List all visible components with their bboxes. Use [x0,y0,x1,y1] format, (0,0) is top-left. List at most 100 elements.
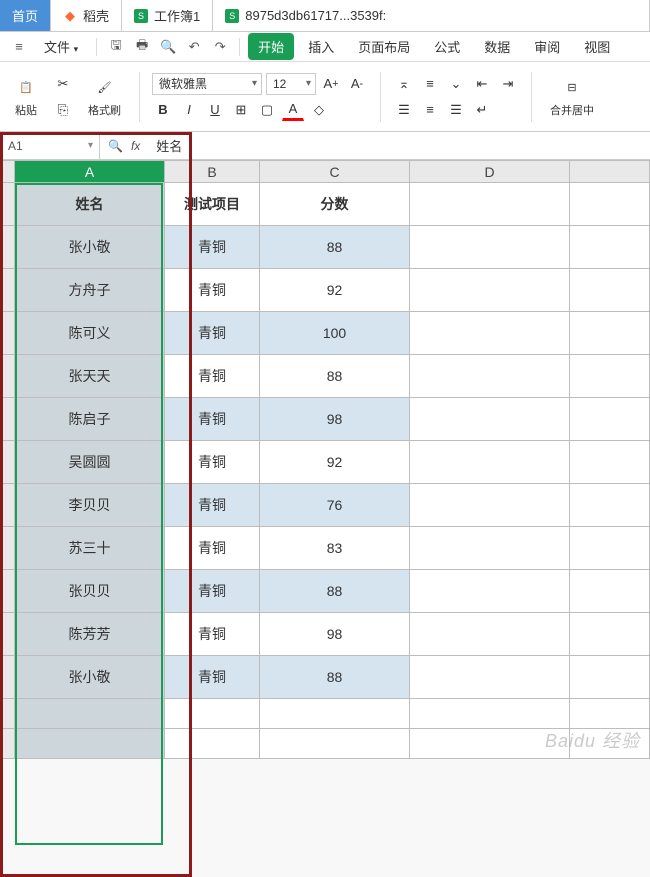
col-header-d[interactable]: D [410,161,570,183]
cell[interactable]: 陈可义 [15,312,165,355]
tab-home[interactable]: 首页 [0,0,51,31]
cell[interactable] [410,656,570,699]
cell[interactable] [410,484,570,527]
col-header-c[interactable]: C [260,161,410,183]
file-menu[interactable]: 文件 ▾ [34,33,88,60]
cell[interactable] [570,484,650,527]
cell[interactable]: 青铜 [165,226,260,269]
indent-left-icon[interactable]: ⇤ [471,73,493,95]
align-middle-icon[interactable]: ≡ [419,73,441,95]
align-right-icon[interactable]: ☰ [445,99,467,121]
cell[interactable]: 青铜 [165,441,260,484]
cell[interactable]: 100 [260,312,410,355]
cell[interactable]: 李贝贝 [15,484,165,527]
cell[interactable]: 青铜 [165,312,260,355]
paste-button[interactable]: 📋 粘贴 [8,72,44,122]
cell[interactable] [570,355,650,398]
cell[interactable]: 青铜 [165,484,260,527]
cell[interactable] [570,656,650,699]
row-header[interactable] [1,312,15,355]
cell[interactable]: 青铜 [165,398,260,441]
cell[interactable]: 青铜 [165,570,260,613]
indent-right-icon[interactable]: ⇥ [497,73,519,95]
cell[interactable] [410,312,570,355]
save-icon[interactable]: 🖫 [105,36,127,58]
cell[interactable] [260,699,410,729]
cell[interactable] [15,699,165,729]
select-all-corner[interactable] [1,161,15,183]
row-header[interactable] [1,613,15,656]
menu-formula[interactable]: 公式 [424,33,470,60]
cell[interactable] [165,729,260,759]
clear-format-button[interactable]: ◇ [308,99,330,121]
cell[interactable]: 88 [260,656,410,699]
italic-button[interactable]: I [178,99,200,121]
cell[interactable]: 张贝贝 [15,570,165,613]
print-icon[interactable]: 🖶 [131,36,153,58]
font-name-select[interactable]: 微软雅黑 [152,73,262,95]
cell[interactable]: 青铜 [165,269,260,312]
cell[interactable] [410,226,570,269]
cell[interactable]: 张天天 [15,355,165,398]
merge-center-button[interactable]: ⊟ 合并居中 [544,72,600,122]
row-header[interactable] [1,398,15,441]
border-button[interactable]: ⊞ [230,99,252,121]
font-size-select[interactable]: 12 [266,73,316,95]
cell[interactable] [260,729,410,759]
cancel-icon[interactable]: 🔍 [108,139,123,153]
menu-insert[interactable]: 插入 [298,33,344,60]
cell[interactable] [410,441,570,484]
cell[interactable]: 测试项目 [165,183,260,226]
cell[interactable] [410,570,570,613]
undo-icon[interactable]: ↶ [183,36,205,58]
tab-docer[interactable]: ◆ 稻壳 [51,0,122,31]
formula-input[interactable]: 姓名 [148,136,650,155]
row-header[interactable] [1,570,15,613]
row-header[interactable] [1,484,15,527]
cell[interactable]: 陈启子 [15,398,165,441]
cell[interactable] [570,570,650,613]
row-header[interactable] [1,656,15,699]
menu-icon[interactable]: ≡ [8,36,30,58]
cell[interactable]: 姓名 [15,183,165,226]
cell[interactable] [15,729,165,759]
col-header-e[interactable] [570,161,650,183]
row-header[interactable] [1,527,15,570]
cell[interactable]: 88 [260,355,410,398]
cell[interactable]: 陈芳芳 [15,613,165,656]
cut-icon[interactable]: ✂ [52,73,74,95]
menu-data[interactable]: 数据 [474,33,520,60]
cell[interactable]: 92 [260,441,410,484]
row-header[interactable] [1,441,15,484]
cell[interactable]: 方舟子 [15,269,165,312]
fx-icon[interactable]: fx [131,139,140,153]
cell[interactable]: 83 [260,527,410,570]
cell[interactable]: 92 [260,269,410,312]
align-left-icon[interactable]: ☰ [393,99,415,121]
cell[interactable] [570,226,650,269]
cell[interactable] [570,269,650,312]
row-header[interactable] [1,183,15,226]
row-header[interactable] [1,699,15,729]
cell[interactable] [570,699,650,729]
cell[interactable] [570,183,650,226]
cell[interactable] [570,613,650,656]
cell[interactable] [570,398,650,441]
menu-page-layout[interactable]: 页面布局 [348,33,420,60]
row-header[interactable] [1,226,15,269]
cell[interactable]: 张小敬 [15,226,165,269]
col-header-b[interactable]: B [165,161,260,183]
row-header[interactable] [1,355,15,398]
underline-button[interactable]: U [204,99,226,121]
cell[interactable]: 分数 [260,183,410,226]
align-center-icon[interactable]: ≡ [419,99,441,121]
increase-font-icon[interactable]: A+ [320,73,342,95]
fill-color-button[interactable]: ▢ [256,99,278,121]
cell[interactable] [410,183,570,226]
font-color-button[interactable]: A [282,99,304,121]
col-header-a[interactable]: A [15,161,165,183]
bold-button[interactable]: B [152,99,174,121]
redo-icon[interactable]: ↷ [209,36,231,58]
cell[interactable]: 吴圆圆 [15,441,165,484]
menu-start[interactable]: 开始 [248,33,294,60]
